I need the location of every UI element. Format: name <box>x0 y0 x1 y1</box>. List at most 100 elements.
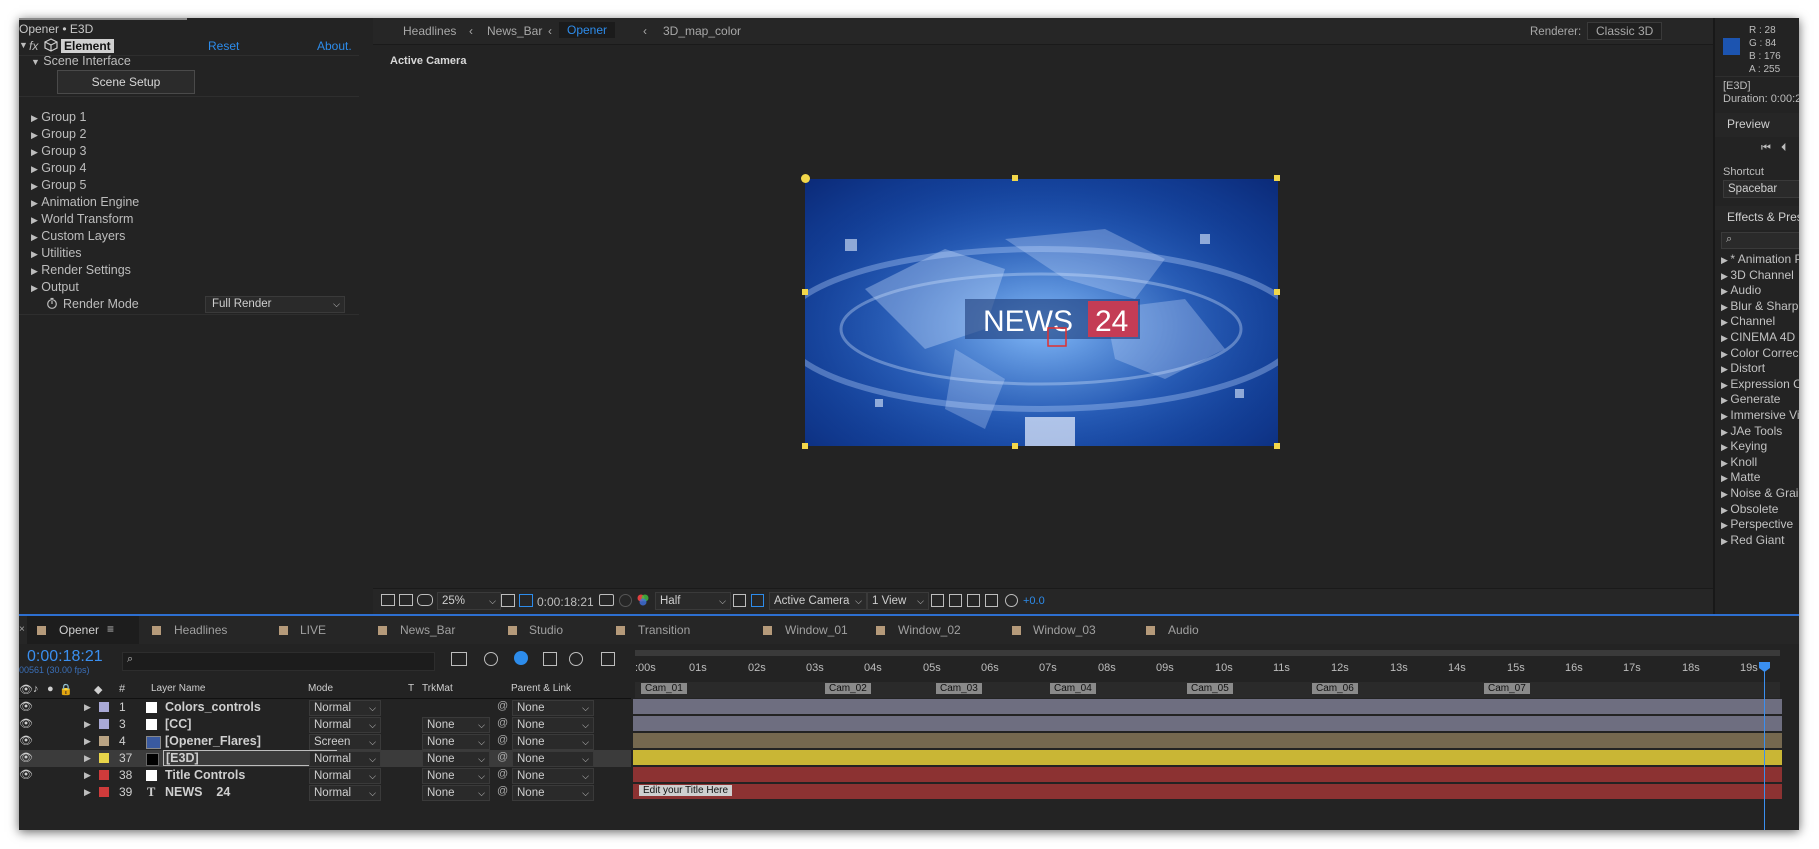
breadcrumb-headlines[interactable]: Headlines <box>403 24 456 38</box>
blend-mode-dropdown[interactable]: Normal ⌵ <box>309 785 381 801</box>
time-ruler[interactable]: :00s 01s 02s 03s 04s 05s 06s 07s 08s 09s… <box>635 658 1780 680</box>
exposure-value[interactable]: +0.0 <box>1023 595 1045 607</box>
title-safe-icon[interactable] <box>501 594 515 607</box>
layer-row-selected[interactable]: 👁 ▶ 37 [E3D] Normal ⌵ None ⌵ @ None ⌵ <box>19 750 631 767</box>
blend-mode-dropdown[interactable]: Normal ⌵ <box>309 700 381 716</box>
composition-marker[interactable]: Cam_05 <box>1187 683 1233 694</box>
pickwhip-icon[interactable]: @ <box>497 717 508 729</box>
animation-engine-row[interactable]: ▶ Animation Engine <box>31 195 139 209</box>
effect-category-item[interactable]: ▶ Immersive Vi <box>1721 408 1799 424</box>
layer-bar[interactable] <box>633 716 1782 731</box>
reset-exposure-icon[interactable] <box>1005 594 1018 607</box>
blend-mode-dropdown[interactable]: Screen ⌵ <box>309 734 381 750</box>
expand-triangle-icon[interactable]: ▶ <box>31 113 38 123</box>
visibility-eye-icon[interactable]: 👁 <box>19 700 33 713</box>
parent-dropdown[interactable]: None ⌵ <box>512 717 594 733</box>
utilities-row[interactable]: ▶ Utilities <box>31 246 82 260</box>
layer-row[interactable]: 👁 ▶ 3 [CC] Normal ⌵ None ⌵ @ None ⌵ <box>19 716 631 733</box>
tab-headlines[interactable]: Headlines <box>174 623 227 637</box>
layer-marker[interactable]: Edit your Title Here <box>639 785 733 796</box>
effect-category-item[interactable]: ▶ Audio <box>1721 283 1799 299</box>
breadcrumb-opener[interactable]: Opener <box>559 22 616 38</box>
comp-flowchart-icon[interactable] <box>451 652 467 666</box>
pickwhip-icon[interactable]: @ <box>497 734 508 746</box>
breadcrumb-3d-map-color[interactable]: 3D_map_color <box>663 24 741 38</box>
render-mode-dropdown[interactable]: Full Render ⌵ <box>205 296 345 313</box>
first-frame-icon[interactable]: ⏮ <box>1761 142 1771 155</box>
effect-category-item[interactable]: ▶ Expression C <box>1721 377 1799 393</box>
group-4-row[interactable]: ▶ Group 4 <box>31 161 86 175</box>
composition-marker[interactable]: Cam_04 <box>1050 683 1096 694</box>
playhead-line[interactable] <box>1764 664 1765 830</box>
layer-label-color[interactable] <box>99 702 109 712</box>
layer-bar[interactable] <box>633 767 1782 782</box>
blend-mode-dropdown[interactable]: Normal ⌵ <box>309 768 381 784</box>
tab-transition[interactable]: Transition <box>638 623 690 637</box>
expand-triangle-icon[interactable]: ▶ <box>31 147 38 157</box>
world-transform-row[interactable]: ▶ World Transform <box>31 212 133 226</box>
tab-audio[interactable]: Audio <box>1168 623 1199 637</box>
transform-handle[interactable] <box>1012 175 1018 181</box>
timeline-icon[interactable] <box>967 594 980 607</box>
effect-category-item[interactable]: ▶ Matte <box>1721 470 1799 486</box>
expand-triangle-icon[interactable]: ▶ <box>84 753 91 764</box>
pickwhip-icon[interactable]: @ <box>497 768 508 780</box>
layer-name[interactable]: [Opener_Flares] <box>165 734 261 748</box>
scene-setup-button[interactable]: Scene Setup <box>57 70 195 94</box>
tab-studio[interactable]: Studio <box>529 623 563 637</box>
expand-triangle-icon[interactable]: ▶ <box>31 283 38 293</box>
layer-label-color[interactable] <box>99 770 109 780</box>
effect-category-item[interactable]: ▶ Noise & Grai <box>1721 486 1799 502</box>
composition-marker[interactable]: Cam_06 <box>1312 683 1358 694</box>
track-matte-dropdown[interactable]: None ⌵ <box>422 734 490 750</box>
parent-dropdown[interactable]: None ⌵ <box>512 785 594 801</box>
current-time-display[interactable]: 0:00:18:21 <box>27 648 103 666</box>
collapse-triangle-icon[interactable]: ▼ <box>19 40 28 50</box>
expand-triangle-icon[interactable]: ▶ <box>84 770 91 781</box>
always-preview-icon[interactable] <box>381 594 395 606</box>
pickwhip-icon[interactable]: @ <box>497 785 508 797</box>
resolution-dropdown[interactable]: Half ⌵ <box>655 592 731 610</box>
work-area-bar[interactable] <box>635 650 1780 656</box>
transparency-grid-icon[interactable] <box>751 594 764 607</box>
expand-triangle-icon[interactable]: ▼ <box>31 57 40 67</box>
composition-marker[interactable]: Cam_03 <box>936 683 982 694</box>
track-matte-dropdown[interactable]: None ⌵ <box>422 717 490 733</box>
effect-category-item[interactable]: ▶ JAe Tools <box>1721 424 1799 440</box>
motion-blur-icon[interactable] <box>543 652 557 666</box>
anchor-handle[interactable] <box>801 174 810 183</box>
column-header-layer-name[interactable]: Layer Name <box>151 683 205 694</box>
zoom-dropdown[interactable]: 25% ⌵ <box>437 592 501 610</box>
tab-news-bar[interactable]: News_Bar <box>400 623 455 637</box>
tab-opener-label[interactable]: Opener <box>59 623 99 637</box>
group-3-row[interactable]: ▶ Group 3 <box>31 144 86 158</box>
pickwhip-icon[interactable]: @ <box>497 751 508 763</box>
flowchart-icon[interactable] <box>985 594 998 607</box>
frame-blending-icon[interactable] <box>514 651 528 665</box>
layer-bar-selected[interactable] <box>633 750 1782 765</box>
render-settings-row[interactable]: ▶ Render Settings <box>31 263 131 277</box>
composition-marker[interactable]: Cam_07 <box>1484 683 1530 694</box>
layer-name[interactable]: Title Controls <box>165 768 245 782</box>
output-row[interactable]: ▶ Output <box>31 280 79 294</box>
layer-bar[interactable] <box>633 699 1782 714</box>
draft-3d-icon[interactable] <box>949 594 962 607</box>
effect-category-item[interactable]: ▶ Blur & Sharpe <box>1721 299 1799 315</box>
reset-link[interactable]: Reset <box>208 39 239 53</box>
effect-header-row[interactable]: ▼ fx Element Reset About. <box>19 38 373 54</box>
parent-dropdown[interactable]: None ⌵ <box>512 768 594 784</box>
close-icon[interactable]: × <box>19 624 25 635</box>
transform-handle[interactable] <box>802 289 808 295</box>
effect-category-item[interactable]: ▶ * Animation P <box>1721 252 1799 268</box>
layer-row[interactable]: 👁 ▶ 1 Colors_controls Normal ⌵ @ None ⌵ <box>19 699 631 716</box>
transform-handle[interactable] <box>1274 175 1280 181</box>
transform-handle[interactable] <box>802 443 808 449</box>
shortcut-dropdown[interactable]: Spacebar <box>1723 180 1799 198</box>
effects-search-input[interactable]: ⌕ <box>1721 232 1799 249</box>
camera-snapshot-icon[interactable] <box>599 594 614 606</box>
composition-marker[interactable]: Cam_01 <box>641 683 687 694</box>
shy-layers-icon[interactable] <box>484 652 498 666</box>
show-snapshot-icon[interactable] <box>619 594 632 607</box>
monitor-icon[interactable] <box>399 594 413 606</box>
renderer-dropdown[interactable]: Classic 3D <box>1587 22 1663 40</box>
